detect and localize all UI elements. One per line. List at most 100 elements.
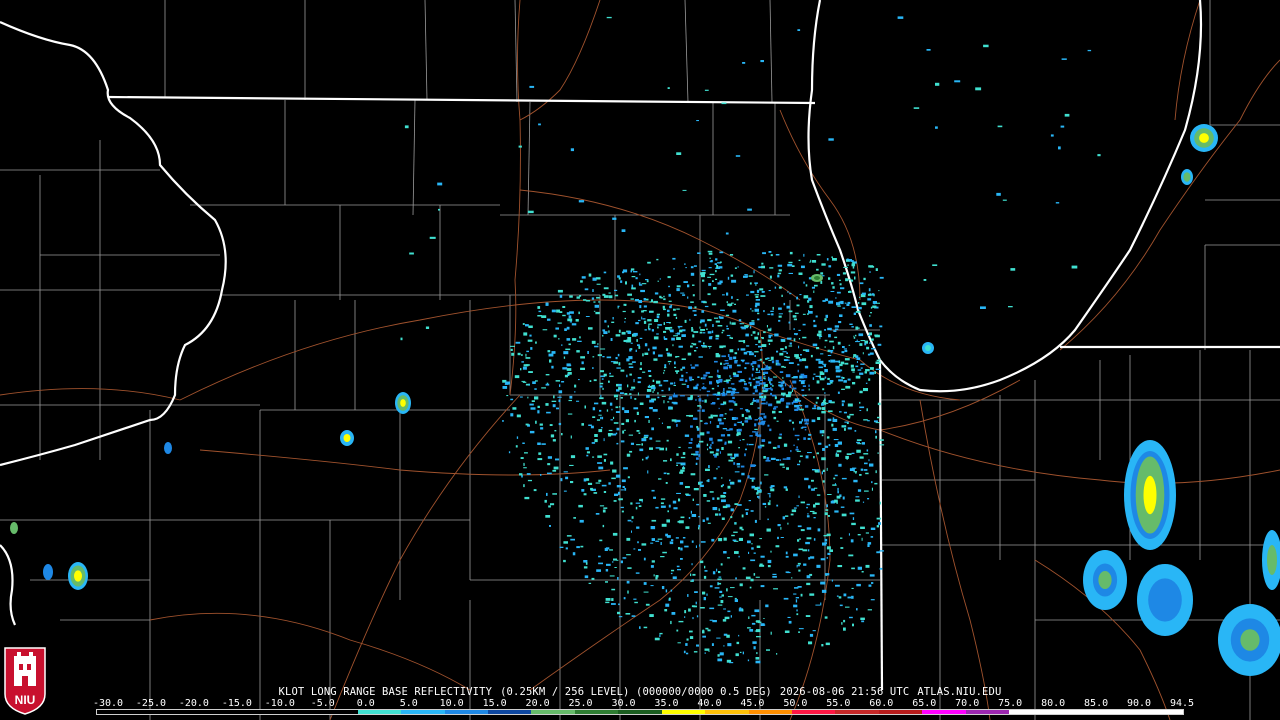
clutter-echo [663,460,668,462]
clutter-echo [548,505,551,508]
clutter-echo [878,290,880,292]
clutter-echo [842,377,845,379]
clutter-echo [755,576,760,578]
clutter-echo [768,376,770,379]
clutter-echo [806,537,812,540]
clutter-echo [695,347,698,349]
clutter-echo [824,339,828,342]
clutter-echo [642,458,644,461]
clutter-echo [750,334,753,336]
sparse-echo [726,328,729,330]
clutter-echo [529,403,534,406]
clutter-echo [853,354,857,357]
clutter-echo [855,334,857,337]
clutter-echo [669,326,673,329]
legend-tick: 85.0 [1084,698,1109,709]
clutter-echo [759,564,765,567]
colorbar-segment [748,710,792,714]
clutter-echo [638,505,642,507]
reflectivity-colorbar [96,709,1184,715]
clutter-echo [811,419,816,423]
clutter-echo [681,383,686,385]
clutter-echo [731,279,737,283]
clutter-echo [792,421,794,424]
clutter-echo [670,620,672,625]
clutter-echo [815,401,818,404]
legend-tick: -20.0 [178,698,209,709]
clutter-echo [727,440,733,444]
storm-cell [1267,545,1277,575]
clutter-echo [602,387,604,390]
clutter-echo [744,362,750,365]
storm-cell [1148,578,1182,622]
clutter-echo [726,301,728,303]
clutter-echo [834,474,838,477]
clutter-echo [718,508,720,512]
clutter-echo [546,411,551,414]
clutter-echo [795,597,799,599]
clutter-echo [692,617,694,620]
clutter-echo [754,423,757,427]
clutter-echo [738,319,742,322]
clutter-echo [768,251,772,253]
clutter-echo [693,651,698,653]
clutter-echo [741,472,745,476]
clutter-echo [621,407,625,411]
clutter-echo [627,567,632,569]
clutter-echo [594,434,598,437]
sparse-echo [566,312,570,315]
clutter-echo [840,300,844,305]
clutter-echo [745,508,749,511]
clutter-echo [515,341,521,344]
clutter-echo [871,481,873,484]
clutter-echo [603,438,605,442]
clutter-echo [722,329,725,332]
clutter-echo [697,409,701,412]
clutter-echo [573,517,576,519]
clutter-echo [547,318,551,321]
clutter-echo [545,383,550,386]
clutter-echo [668,322,671,324]
clutter-echo [703,575,707,579]
clutter-echo [849,616,853,619]
clutter-echo [656,380,661,384]
clutter-echo [849,323,853,325]
clutter-echo [631,361,636,363]
clutter-echo [650,542,654,544]
clutter-echo [720,414,724,417]
clutter-echo [622,557,627,559]
clutter-echo [803,563,807,566]
clutter-echo [631,284,634,288]
clutter-echo [581,361,584,365]
clutter-echo [609,375,614,377]
clutter-echo [841,403,844,407]
clutter-echo [622,486,625,488]
clutter-echo [776,420,779,422]
sparse-echo [696,120,699,122]
clutter-echo [678,620,684,623]
clutter-echo [824,318,827,322]
clutter-echo [695,450,699,454]
clutter-echo [668,300,672,302]
clutter-echo [684,616,686,618]
clutter-echo [715,258,718,261]
legend-tick: 45.0 [740,698,765,709]
clutter-echo [586,451,590,454]
clutter-echo [529,430,535,434]
clutter-echo [801,389,805,391]
clutter-echo [697,395,699,397]
clutter-echo [839,411,842,413]
clutter-echo [797,463,800,466]
sparse-echo [897,16,904,19]
clutter-echo [848,554,854,557]
clutter-echo [770,550,772,553]
clutter-echo [693,331,699,333]
clutter-echo [524,452,528,454]
colorbar-segment [574,710,619,714]
station-product: KLOT LONG RANGE BASE REFLECTIVITY [278,686,493,698]
radar-map[interactable] [0,0,1280,720]
clutter-echo [535,341,537,344]
clutter-echo [569,321,572,323]
clutter-echo [757,312,760,315]
clutter-echo [702,635,706,638]
